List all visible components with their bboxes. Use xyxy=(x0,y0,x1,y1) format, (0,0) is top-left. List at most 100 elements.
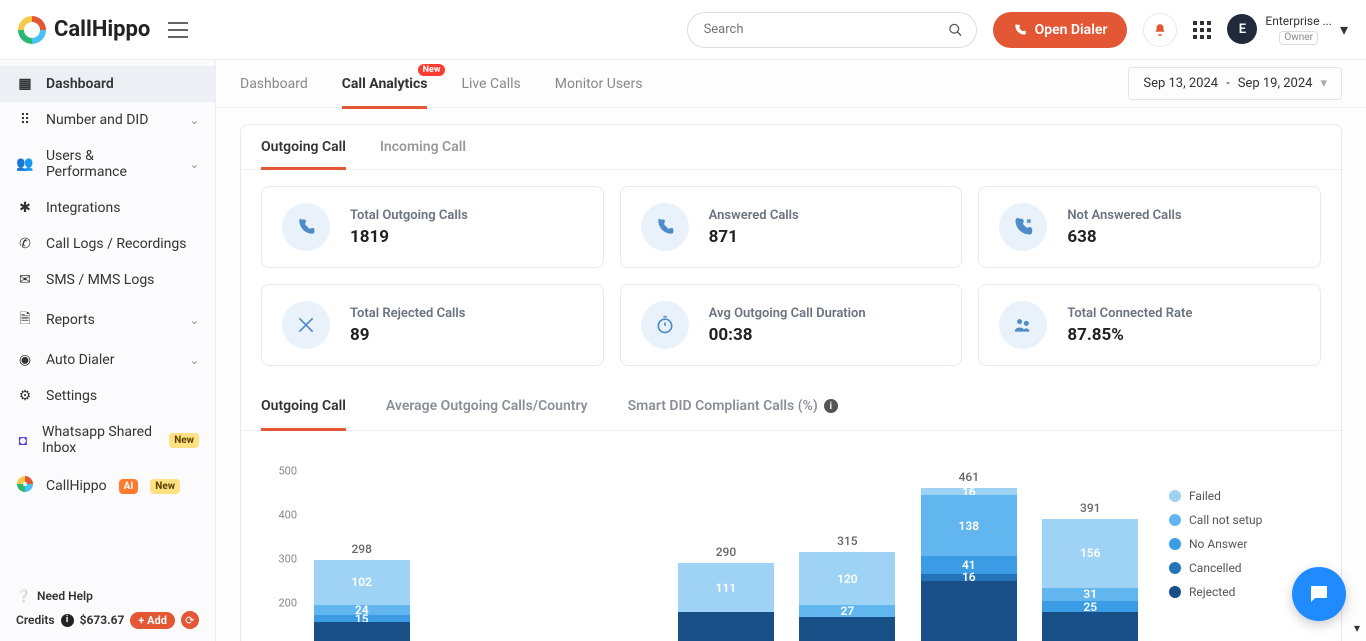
search-icon[interactable] xyxy=(948,22,963,37)
sidebar-item-callhippo-ai[interactable]: CallHippo AI New xyxy=(0,466,215,506)
ai-badge: AI xyxy=(119,479,139,494)
bar-slot: 461164113816 xyxy=(908,470,1029,641)
bar[interactable]: 1524102 xyxy=(314,560,410,641)
sidebar-item-settings[interactable]: ⚙ Settings xyxy=(0,378,215,414)
sidebar-item-users-perf[interactable]: 👥 Users & Performance ⌄ xyxy=(0,138,215,190)
legend-item[interactable]: No Answer xyxy=(1169,537,1321,551)
date-to: Sep 19, 2024 xyxy=(1238,76,1313,91)
kpi-label: Total Connected Rate xyxy=(1067,306,1192,321)
sidebar-item-call-logs[interactable]: ✆ Call Logs / Recordings xyxy=(0,226,215,262)
legend-swatch xyxy=(1169,586,1181,598)
chart-tab-smart-did[interactable]: Smart DID Compliant Calls (%) i xyxy=(628,382,838,430)
chart-tab-label: Outgoing Call xyxy=(261,398,346,414)
bar-slot: 290111 xyxy=(665,545,786,641)
bar-slot: 298 1524102 xyxy=(301,542,422,641)
logo-icon xyxy=(18,16,46,44)
new-badge: New xyxy=(150,479,180,494)
legend-item[interactable]: Cancelled xyxy=(1169,561,1321,575)
account-menu[interactable]: E Enterprise ... Owner ▾ xyxy=(1227,14,1348,44)
scroll-down-icon[interactable]: ▾ xyxy=(1354,621,1360,635)
sidebar-item-dashboard[interactable]: ▦ Dashboard xyxy=(0,66,215,102)
info-icon[interactable]: i xyxy=(61,614,74,627)
tab-call-analytics[interactable]: Call Analytics New xyxy=(342,60,428,108)
sidebar-item-integrations[interactable]: ✱ Integrations xyxy=(0,190,215,226)
kpi-total-outgoing: Total Outgoing Calls1819 xyxy=(261,186,604,268)
sidebar-item-whatsapp[interactable]: ◘ Whatsapp Shared Inbox New xyxy=(0,414,215,466)
sidebar-item-reports[interactable]: 🗎 Reports ⌄ xyxy=(0,298,215,342)
chart-tab-avg-country[interactable]: Average Outgoing Calls/Country xyxy=(386,382,588,430)
tab-live-calls[interactable]: Live Calls xyxy=(461,60,520,108)
chevron-down-icon: ⌄ xyxy=(190,158,199,171)
kpi-not-answered: Not Answered Calls 638 xyxy=(978,186,1321,268)
legend-label: Cancelled xyxy=(1189,561,1242,575)
kpi-value: 638 xyxy=(1067,227,1181,247)
new-pill: New xyxy=(418,64,446,76)
sidebar-item-number-did[interactable]: ⠿ Number and DID ⌄ xyxy=(0,102,215,138)
chevron-down-icon: ⌄ xyxy=(190,314,199,327)
kpi-value: 00:38 xyxy=(709,325,866,345)
bar[interactable]: 164113816 xyxy=(921,488,1017,641)
bar-segment: 120 xyxy=(799,552,895,605)
bar-segment xyxy=(678,612,774,641)
tab-dashboard[interactable]: Dashboard xyxy=(240,60,308,108)
chat-fab[interactable] xyxy=(1292,567,1346,621)
kpi-rejected: Total Rejected Calls89 xyxy=(261,284,604,366)
kpi-value: 871 xyxy=(709,227,799,247)
kpi-label: Avg Outgoing Call Duration xyxy=(709,306,866,321)
date-from: Sep 13, 2024 xyxy=(1143,76,1218,91)
hamburger-icon[interactable] xyxy=(168,22,188,38)
add-credits-button[interactable]: + Add xyxy=(130,612,175,629)
sidebar-item-label: Settings xyxy=(46,388,97,404)
tab-label: Monitor Users xyxy=(555,76,643,92)
chart-tab-outgoing[interactable]: Outgoing Call xyxy=(261,382,346,430)
bar-segment xyxy=(314,622,410,641)
tab-monitor-users[interactable]: Monitor Users xyxy=(555,60,643,108)
kpi-value: 87.85% xyxy=(1067,325,1192,345)
legend-item[interactable]: Call not setup xyxy=(1169,513,1321,527)
phone-answered-icon xyxy=(641,203,689,251)
legend-label: Rejected xyxy=(1189,585,1235,599)
need-help-link[interactable]: ❔ Need Help xyxy=(16,589,199,603)
date-range-picker[interactable]: Sep 13, 2024 - Sep 19, 2024 ▾ xyxy=(1128,67,1342,100)
sidebar-item-sms-logs[interactable]: ✉ SMS / MMS Logs xyxy=(0,262,215,298)
y-tick: 500 xyxy=(278,465,297,478)
sidebar-item-label: Number and DID xyxy=(46,112,148,128)
chevron-down-icon: ▾ xyxy=(1340,20,1348,39)
logo-icon xyxy=(16,476,34,496)
bar-total: 290 xyxy=(716,545,736,559)
bar[interactable]: 111 xyxy=(678,563,774,641)
chevron-down-icon: ▾ xyxy=(1320,76,1327,91)
y-tick: 400 xyxy=(278,509,297,522)
bar-segment: 25 xyxy=(1042,601,1138,612)
open-dialer-button[interactable]: Open Dialer xyxy=(993,12,1128,48)
subtab-label: Incoming Call xyxy=(380,139,466,155)
bar-total: 298 xyxy=(351,542,371,556)
avatar: E xyxy=(1227,14,1257,44)
whatsapp-icon: ◘ xyxy=(16,432,30,449)
subtab-incoming[interactable]: Incoming Call xyxy=(380,125,466,169)
tab-label: Live Calls xyxy=(461,76,520,92)
subtab-outgoing[interactable]: Outgoing Call xyxy=(261,125,346,169)
bar[interactable]: 2531156 xyxy=(1042,519,1138,641)
apps-grid-icon[interactable] xyxy=(1193,21,1211,39)
sidebar-item-label: Call Logs / Recordings xyxy=(46,236,186,252)
refresh-credits-button[interactable]: ⟳ xyxy=(181,611,199,629)
sidebar-item-auto-dialer[interactable]: ◉ Auto Dialer ⌄ xyxy=(0,342,215,378)
sidebar-item-label: Whatsapp Shared Inbox xyxy=(42,424,157,456)
legend-label: Failed xyxy=(1189,489,1221,503)
bar[interactable]: 27120 xyxy=(799,552,895,641)
help-icon: ❔ xyxy=(16,589,31,603)
info-icon[interactable]: i xyxy=(824,399,838,413)
dashboard-icon: ▦ xyxy=(16,76,34,92)
chart-tab-label: Average Outgoing Calls/Country xyxy=(386,398,588,414)
notifications-button[interactable] xyxy=(1143,13,1177,47)
legend-item[interactable]: Failed xyxy=(1169,489,1321,503)
bar-slot: 31527120 xyxy=(787,534,908,641)
brand-logo[interactable]: CallHippo xyxy=(18,16,150,44)
subtab-label: Outgoing Call xyxy=(261,139,346,155)
search-input[interactable] xyxy=(687,12,977,48)
phone-out-icon xyxy=(282,203,330,251)
kpi-label: Not Answered Calls xyxy=(1067,208,1181,223)
kpi-avg-duration: Avg Outgoing Call Duration 00:38 xyxy=(620,284,963,366)
tab-label: Dashboard xyxy=(240,76,308,92)
